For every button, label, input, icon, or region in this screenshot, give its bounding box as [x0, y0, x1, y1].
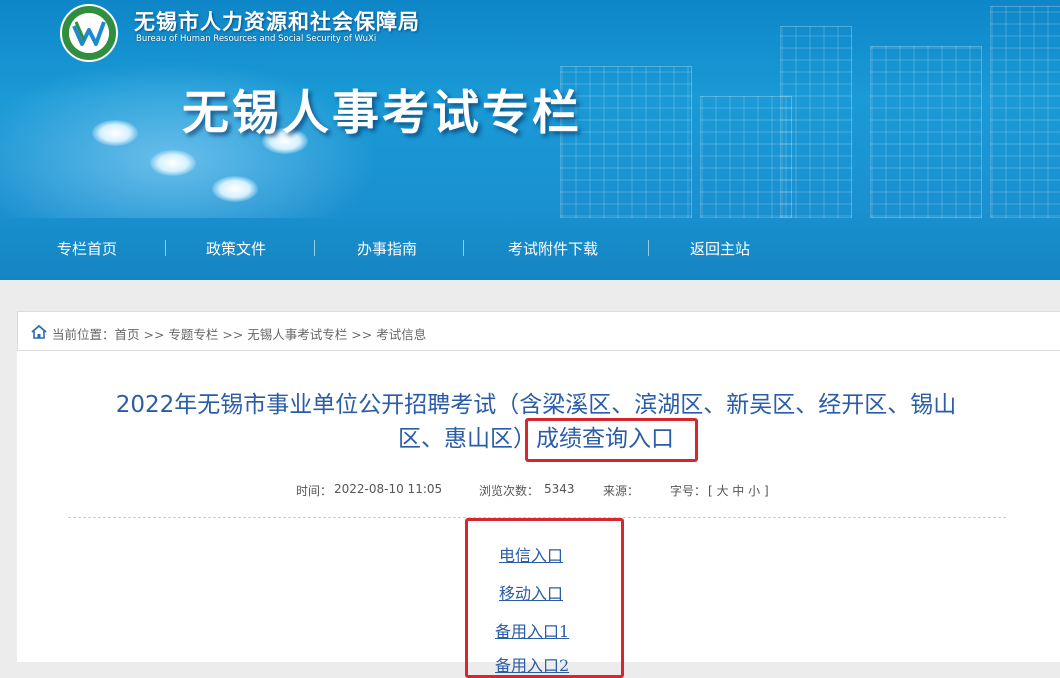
nav-item-guide[interactable]: 办事指南	[357, 238, 417, 259]
building-graphic	[870, 46, 982, 218]
site-title: 无锡人事考试专栏	[182, 86, 582, 141]
building-graphic	[780, 26, 852, 218]
nav-separator	[463, 240, 464, 256]
spotlight-graphic	[212, 176, 258, 202]
link-telecom-entry[interactable]: 电信入口	[499, 542, 563, 566]
meta-views-value: 5343	[544, 482, 575, 496]
org-name-en: Bureau of Human Resources and Social Sec…	[136, 34, 377, 44]
meta-time-label: 时间：	[296, 484, 333, 498]
home-icon	[31, 325, 47, 339]
meta-views-label: 浏览次数：	[479, 484, 540, 498]
header-banner: 无锡市人力资源和社会保障局 Bureau of Human Resources …	[0, 0, 1060, 218]
nav-separator	[165, 240, 166, 256]
breadcrumb-path[interactable]: 当前位置：首页 >> 专题专栏 >> 无锡人事考试专栏 >> 考试信息	[52, 324, 426, 343]
article-title-line2-prefix: 区、惠山区）	[398, 426, 536, 452]
meta-font-size-switch[interactable]: [ 大 中 小 ]	[708, 482, 769, 499]
link-backup-entry-1[interactable]: 备用入口1	[495, 618, 569, 642]
spotlight-graphic	[150, 150, 196, 176]
main-nav: 专栏首页 政策文件 办事指南 考试附件下载 返回主站	[0, 218, 1060, 280]
logo-emblem-icon	[72, 21, 106, 46]
nav-separator	[648, 240, 649, 256]
building-graphic	[990, 6, 1060, 218]
breadcrumb-links[interactable]: 首页 >> 专题专栏 >> 无锡人事考试专栏 >> 考试信息	[115, 327, 427, 342]
breadcrumb-prefix: 当前位置：	[52, 327, 115, 342]
nav-item-main-site[interactable]: 返回主站	[690, 238, 750, 259]
title-highlight-box	[525, 418, 698, 462]
meta-time-value: 2022-08-10 11:05	[334, 482, 443, 496]
nav-item-downloads[interactable]: 考试附件下载	[508, 238, 598, 259]
building-graphic	[700, 96, 792, 218]
org-name-cn: 无锡市人力资源和社会保障局	[134, 10, 420, 34]
breadcrumb: 当前位置：首页 >> 专题专栏 >> 无锡人事考试专栏 >> 考试信息	[17, 311, 1060, 351]
nav-item-home[interactable]: 专栏首页	[57, 238, 117, 259]
meta-font-label: 字号：	[670, 484, 707, 498]
link-mobile-entry[interactable]: 移动入口	[499, 580, 563, 604]
spotlight-graphic	[92, 120, 138, 146]
meta-source-label: 来源：	[603, 484, 640, 498]
nav-item-policy[interactable]: 政策文件	[206, 238, 266, 259]
article-title-line1: 2022年无锡市事业单位公开招聘考试（含梁溪区、滨湖区、新吴区、经开区、锡山	[115, 392, 957, 418]
org-logo[interactable]	[60, 4, 118, 62]
link-backup-entry-2[interactable]: 备用入口2	[495, 652, 569, 676]
nav-separator	[314, 240, 315, 256]
